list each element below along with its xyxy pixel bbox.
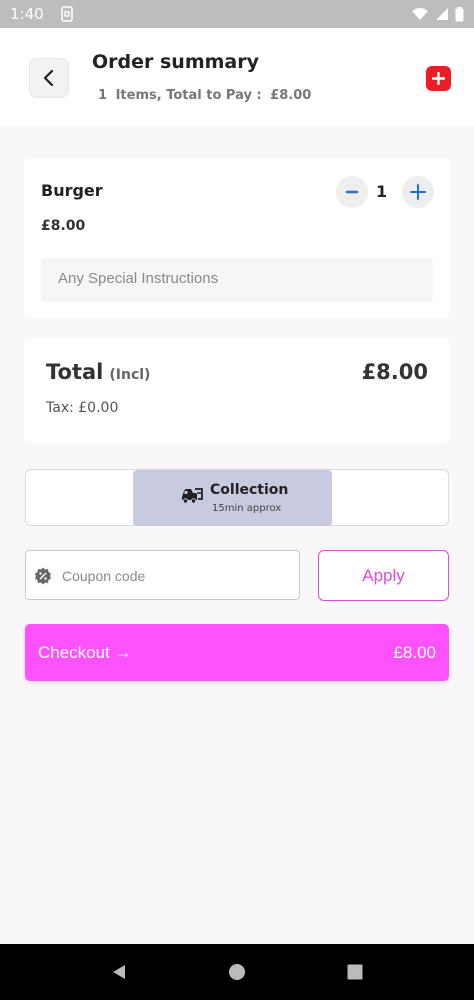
item-name: Burger: [41, 181, 103, 200]
items-text: Items, Total to Pay :: [115, 88, 262, 103]
total-card: Total (Incl) £8.00 Tax: £0.00: [24, 338, 450, 443]
header: Order summary 1 Items, Total to Pay : £8…: [0, 28, 474, 126]
item-count: 1: [98, 88, 108, 103]
plus-icon: [410, 184, 426, 200]
collection-time: 15min approx: [212, 503, 282, 514]
decrease-quantity-button[interactable]: [336, 176, 368, 208]
status-bar: 1:40: [0, 0, 474, 28]
checkout-label: Checkout →: [38, 642, 132, 662]
sim-icon: [60, 6, 73, 22]
signal-icon: [436, 8, 448, 20]
checkout-button[interactable]: Checkout → £8.00: [25, 624, 449, 681]
total-text: Total: [46, 360, 104, 384]
battery-icon: [455, 6, 464, 21]
delivery-mode-selector: Collection 15min approx: [25, 469, 449, 526]
tax-amount: Tax: £0.00: [46, 400, 119, 416]
coupon-input[interactable]: [62, 563, 292, 589]
checkout-amount: £8.00: [393, 642, 436, 662]
special-instructions-input[interactable]: Any Special Instructions: [41, 258, 433, 302]
back-triangle-icon[interactable]: [110, 963, 128, 981]
item-quantity: 1: [376, 182, 388, 201]
page-title: Order summary: [92, 51, 260, 73]
recents-square-icon[interactable]: [346, 963, 364, 981]
car-collection-icon: [182, 488, 203, 504]
collection-option[interactable]: Collection 15min approx: [133, 470, 332, 526]
cart-item-card: Burger £8.00 1 Any Special Instructions: [24, 158, 450, 318]
total-incl: (Incl): [109, 367, 151, 383]
total-to-pay: £8.00: [270, 88, 312, 103]
total-label: Total (Incl): [46, 360, 150, 384]
plus-icon: [432, 72, 445, 85]
collection-title: Collection: [210, 482, 289, 498]
status-time: 1:40: [10, 5, 44, 23]
add-item-button[interactable]: [426, 66, 451, 91]
apply-coupon-button[interactable]: Apply: [318, 550, 449, 601]
increase-quantity-button[interactable]: [402, 176, 434, 208]
item-price: £8.00: [41, 218, 86, 234]
home-circle-icon[interactable]: [228, 963, 246, 981]
wifi-icon: [412, 8, 428, 20]
discount-badge-icon: [35, 567, 51, 585]
order-subtitle: 1 Items, Total to Pay : £8.00: [98, 88, 315, 103]
back-button[interactable]: [29, 58, 69, 98]
android-nav-bar: [0, 944, 474, 1000]
chevron-left-icon: [43, 69, 54, 87]
total-amount: £8.00: [361, 360, 428, 384]
minus-icon: [346, 190, 358, 194]
coupon-field: [25, 550, 300, 600]
